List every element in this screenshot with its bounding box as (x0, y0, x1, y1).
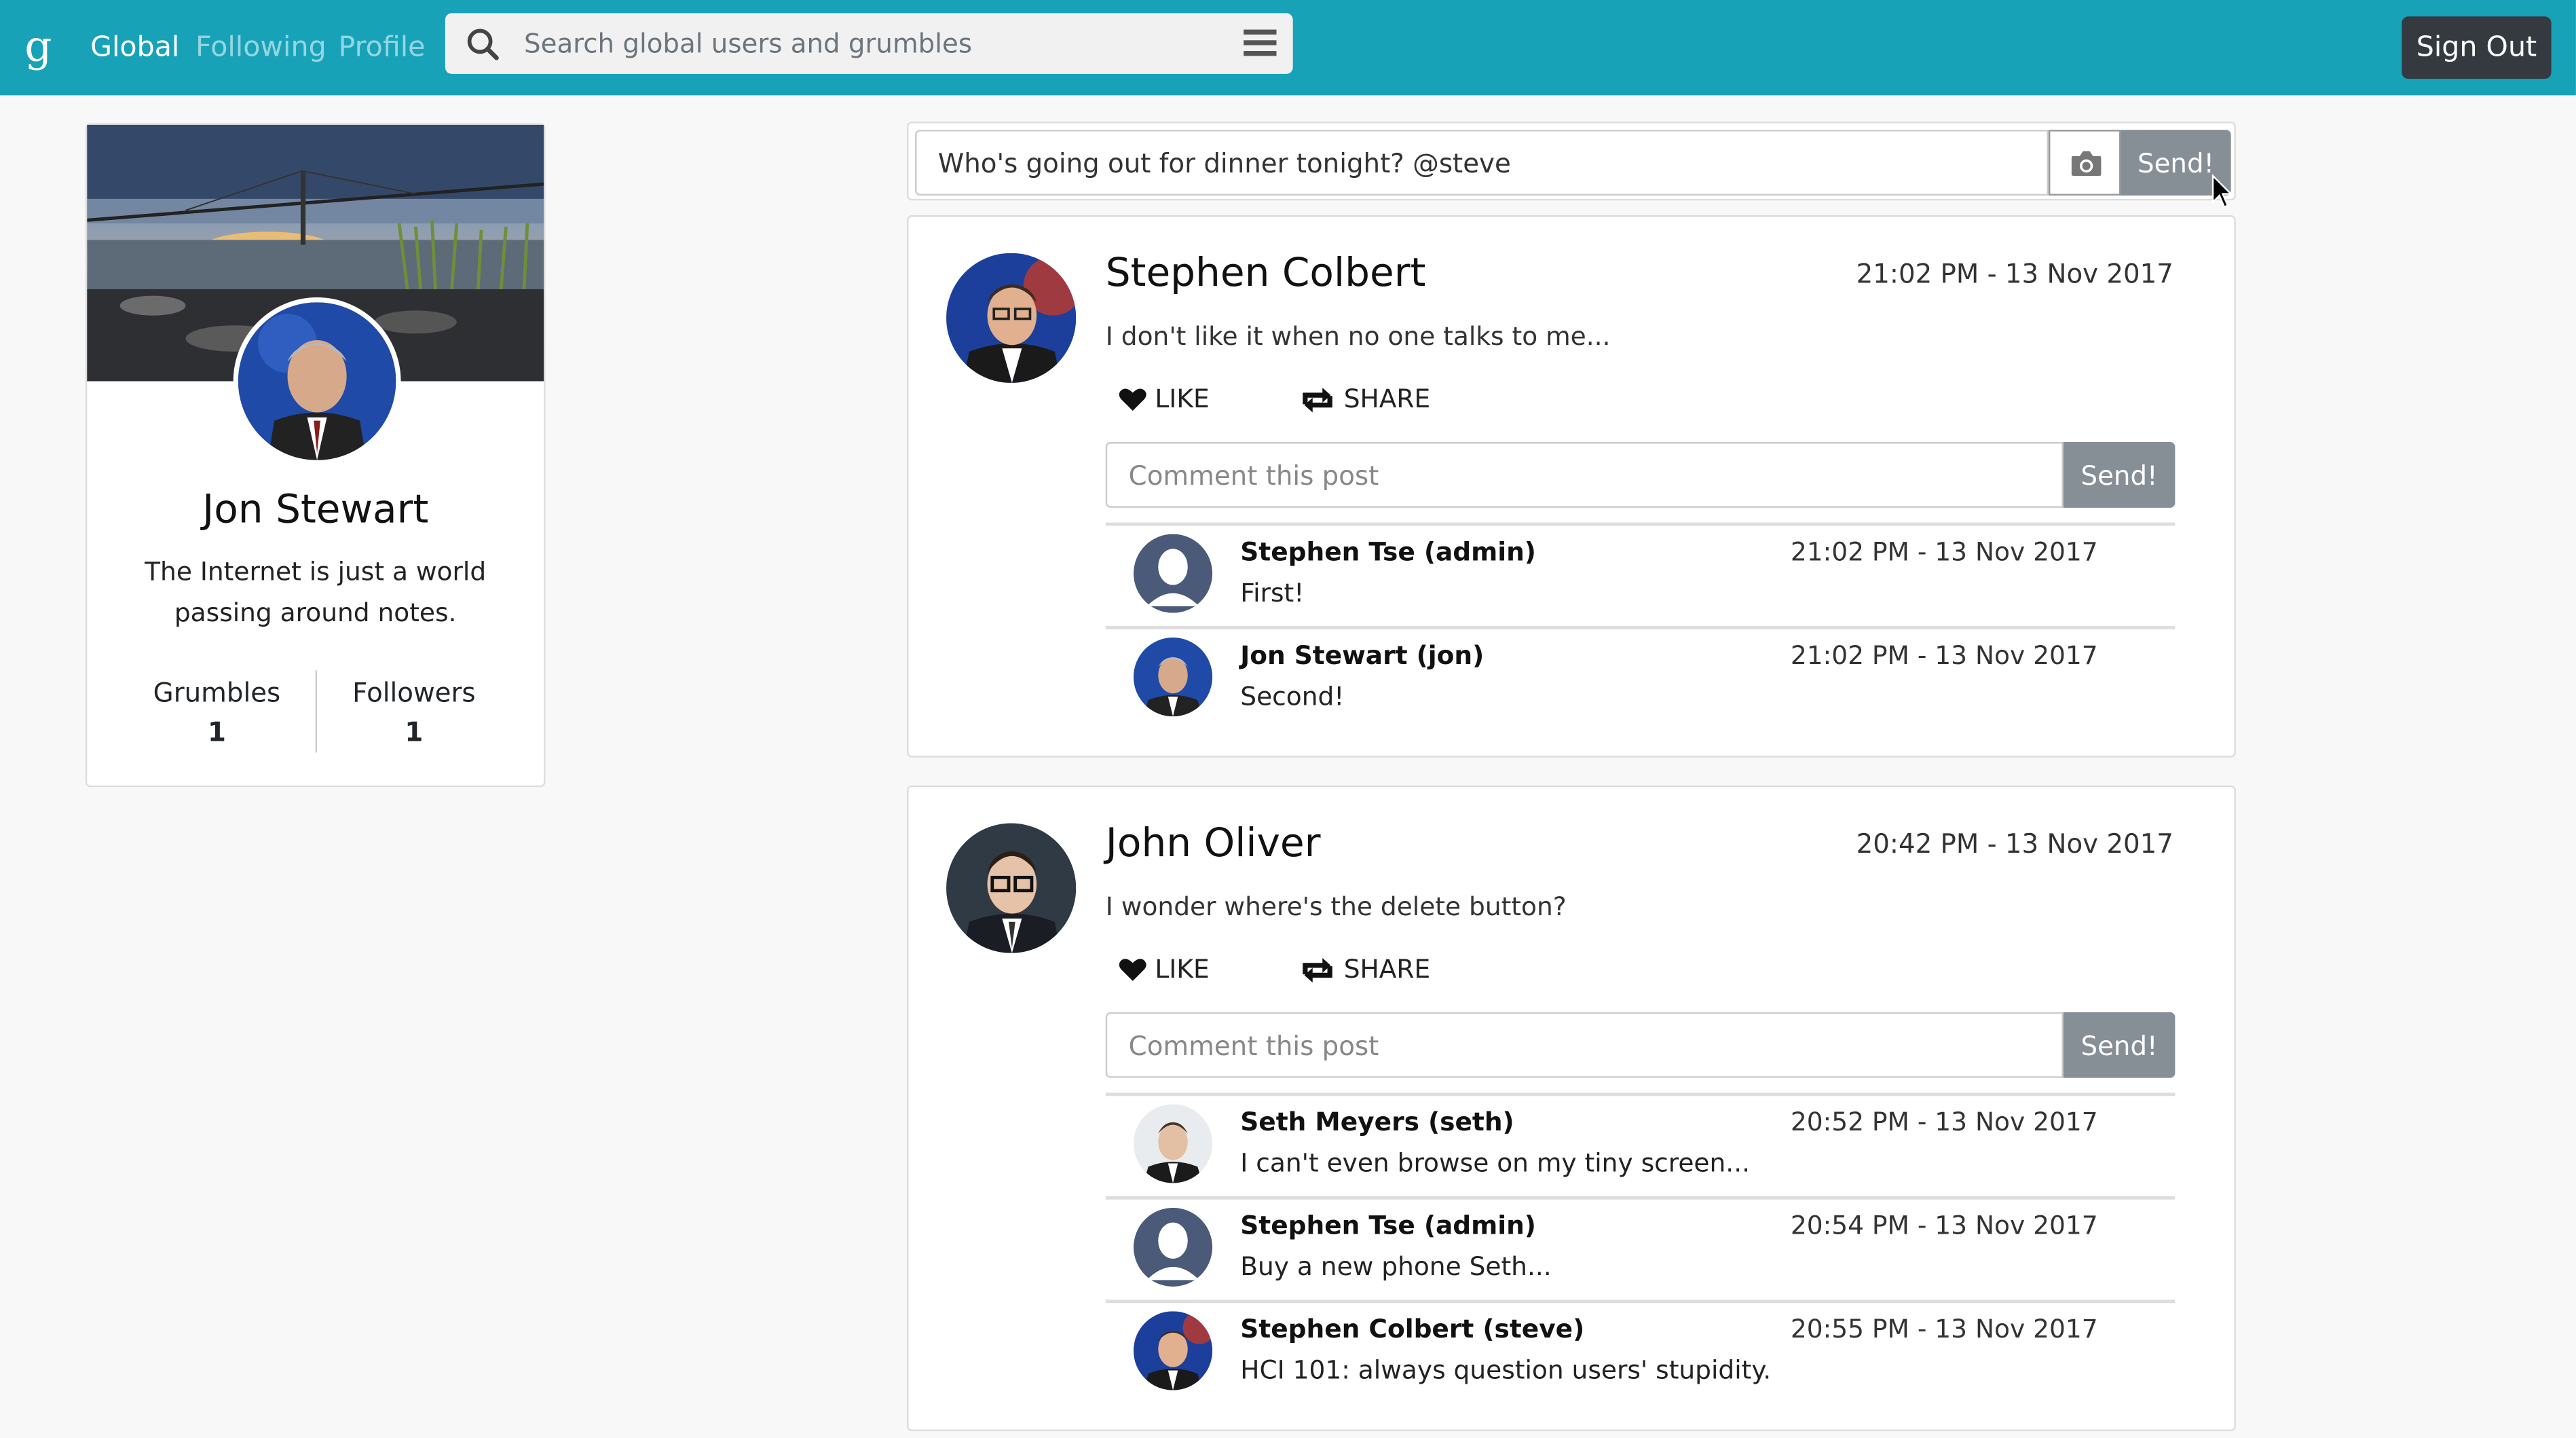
comment-timestamp: 20:52 PM - 13 Nov 2017 (1790, 1107, 2098, 1137)
comment-send-button[interactable]: Send! (2063, 1012, 2176, 1078)
heart-icon (1119, 958, 1146, 980)
like-button[interactable]: LIKE (1119, 384, 1210, 414)
search-icon[interactable] (465, 26, 501, 62)
comment-text: I can't even browse on my tiny screen... (1240, 1148, 1751, 1179)
post-body: I don't like it when no one talks to me.… (1105, 322, 1611, 352)
heart-icon (1119, 388, 1146, 410)
post-timestamp: 21:02 PM - 13 Nov 2017 (1856, 257, 2173, 289)
comment-author[interactable]: Seth Meyers (seth) (1240, 1107, 1514, 1137)
compose-input[interactable] (915, 130, 2049, 196)
search-bar (445, 13, 1293, 74)
comment-item: Stephen Tse (admin) 21:02 PM - 13 Nov 20… (1105, 522, 2176, 626)
comment-send-button[interactable]: Send! (2063, 442, 2176, 508)
comment-author[interactable]: Jon Stewart (jon) (1240, 641, 1484, 671)
post-card: Stephen Colbert 21:02 PM - 13 Nov 2017 I… (906, 215, 2236, 758)
comment-timestamp: 21:02 PM - 13 Nov 2017 (1790, 537, 2098, 567)
comment-timestamp: 21:02 PM - 13 Nov 2017 (1790, 640, 2098, 671)
comment-avatar[interactable] (1133, 638, 1213, 717)
sign-out-button[interactable]: Sign Out (2402, 16, 2552, 79)
comment-text: HCI 101: always question users' stupidit… (1240, 1355, 1772, 1386)
profile-name: Jon Stewart (202, 486, 429, 533)
stat-value: 1 (405, 716, 424, 748)
stat-grumbles[interactable]: Grumbles 1 (118, 677, 315, 748)
search-input[interactable] (524, 13, 1214, 74)
comment-avatar[interactable] (1133, 1311, 1213, 1390)
post-author-avatar[interactable] (946, 253, 1077, 383)
camera-button[interactable] (2048, 130, 2121, 196)
post-body: I wonder where's the delete button? (1105, 892, 1567, 922)
comment-form: Send! (1105, 442, 2176, 508)
like-button[interactable]: LIKE (1119, 955, 1210, 984)
profile-card: Jon Stewart The Internet is just a world… (85, 123, 546, 788)
comment-text: Buy a new phone Seth... (1240, 1252, 1552, 1282)
profile-bio: The Internet is just a world passing aro… (145, 557, 487, 628)
comment-avatar[interactable] (1133, 1104, 1213, 1183)
top-navbar: g Global Following Profile Sign Out (0, 0, 2576, 96)
comment-item: Seth Meyers (seth) 20:52 PM - 13 Nov 201… (1105, 1092, 2176, 1196)
comment-item: Stephen Tse (admin) 20:54 PM - 13 Nov 20… (1105, 1196, 2176, 1299)
nav-profile[interactable]: Profile (339, 31, 426, 64)
like-label: LIKE (1155, 955, 1210, 984)
stat-label: Grumbles (153, 677, 281, 709)
comment-author[interactable]: Stephen Colbert (steve) (1240, 1314, 1584, 1344)
camera-icon (2071, 151, 2102, 176)
comment-author[interactable]: Stephen Tse (admin) (1240, 537, 1536, 567)
profile-avatar[interactable] (233, 297, 401, 465)
stat-value: 1 (207, 716, 226, 748)
post-card: John Oliver 20:42 PM - 13 Nov 2017 I won… (906, 785, 2236, 1431)
comment-item: Jon Stewart (jon) 21:02 PM - 13 Nov 2017… (1105, 626, 2176, 729)
comment-timestamp: 20:55 PM - 13 Nov 2017 (1790, 1314, 2098, 1344)
comment-text: First! (1240, 578, 1305, 608)
compose-box: Send! (906, 122, 2236, 201)
comment-input[interactable] (1105, 1012, 2064, 1078)
comment-form: Send! (1105, 1012, 2176, 1078)
post-timestamp: 20:42 PM - 13 Nov 2017 (1856, 828, 2173, 860)
comment-avatar[interactable] (1133, 534, 1213, 613)
comment-input[interactable] (1105, 442, 2064, 508)
mouse-cursor-icon (2211, 174, 2233, 208)
comment-author[interactable]: Stephen Tse (admin) (1240, 1211, 1536, 1241)
share-button[interactable]: SHARE (1299, 955, 1430, 984)
menu-icon[interactable] (1244, 28, 1277, 58)
stat-label: Followers (352, 677, 476, 709)
nav-global[interactable]: Global (90, 31, 179, 64)
stat-followers[interactable]: Followers 1 (316, 677, 512, 748)
like-label: LIKE (1155, 384, 1210, 414)
share-label: SHARE (1343, 955, 1431, 984)
retweet-icon (1303, 957, 1332, 982)
brand-logo[interactable]: g (24, 23, 52, 73)
post-author-avatar[interactable] (946, 823, 1077, 953)
comment-text: Second! (1240, 682, 1345, 712)
share-label: SHARE (1343, 384, 1431, 414)
comment-item: Stephen Colbert (steve) 20:55 PM - 13 No… (1105, 1299, 2176, 1403)
retweet-icon (1303, 386, 1332, 412)
comment-timestamp: 20:54 PM - 13 Nov 2017 (1790, 1211, 2098, 1241)
post-author-name[interactable]: Stephen Colbert (1106, 250, 1426, 296)
post-author-name[interactable]: John Oliver (1106, 820, 1321, 866)
share-button[interactable]: SHARE (1299, 384, 1430, 414)
nav-following[interactable]: Following (195, 31, 326, 64)
comment-avatar[interactable] (1133, 1207, 1213, 1287)
